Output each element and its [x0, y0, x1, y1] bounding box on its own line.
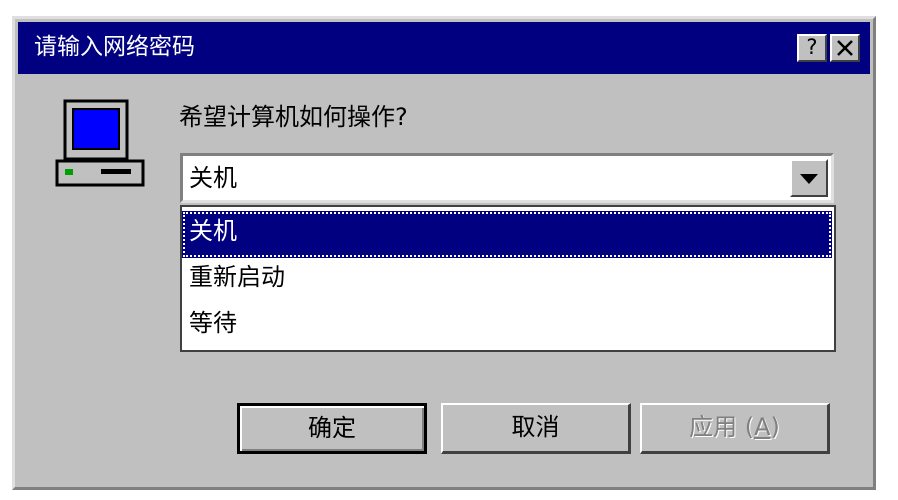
close-button[interactable] [830, 34, 860, 62]
close-icon [837, 40, 853, 56]
apply-button-label: 应用 [689, 413, 738, 441]
dialog-prompt: 希望计算机如何操作? [179, 103, 408, 131]
ok-button[interactable]: 确定 [237, 403, 427, 454]
dropdown-option-restart[interactable]: 重新启动 [182, 257, 832, 304]
action-combobox[interactable]: 关机 [180, 153, 834, 203]
dialog-window: 请输入网络密码 ? 希望计算机如何操作? 关机 关机 重新启动 等待 确定 取消… [12, 16, 876, 490]
computer-icon [55, 99, 145, 187]
apply-mnemonic: A [754, 413, 771, 441]
dropdown-option-wait[interactable]: 等待 [182, 303, 832, 350]
apply-button: 应用 (A) [640, 403, 830, 454]
help-button[interactable]: ? [797, 34, 827, 62]
dropdown-arrow-button[interactable] [790, 159, 828, 197]
cancel-button[interactable]: 取消 [441, 403, 631, 454]
combobox-value: 关机 [189, 164, 237, 192]
window-title: 请输入网络密码 [34, 34, 195, 60]
title-bar: 请输入网络密码 ? [18, 22, 870, 74]
dropdown-list: 关机 重新启动 等待 [180, 205, 836, 352]
dropdown-option-shutdown[interactable]: 关机 [182, 211, 832, 258]
question-mark-icon: ? [806, 35, 818, 59]
chevron-down-icon [800, 174, 818, 184]
